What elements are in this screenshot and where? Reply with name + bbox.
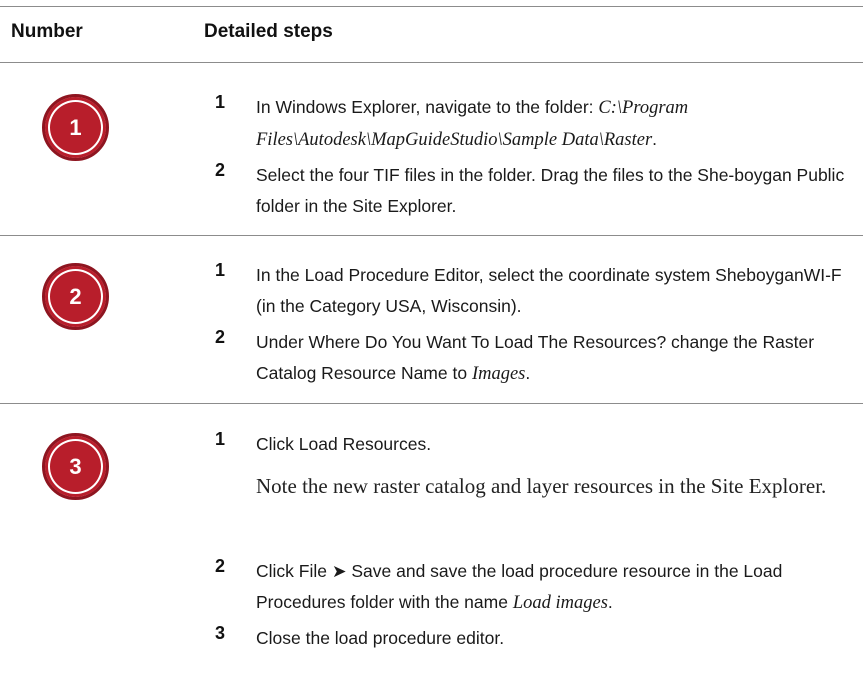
step-number: 2: [215, 160, 226, 180]
step-number-badge-2: 2: [42, 263, 109, 330]
step-text: Click Load Resources.: [256, 434, 432, 454]
step-number: 2: [215, 556, 226, 576]
step-number: 2: [215, 327, 226, 347]
step-text: Select the four TIF files in the folder.…: [256, 165, 845, 216]
row-divider: [0, 235, 863, 236]
step-text: Under Where Do You Want To Load The Reso…: [256, 332, 815, 384]
step-note: Note the new raster catalog and layer re…: [256, 474, 827, 498]
step-text: In Windows Explorer, navigate to the fol…: [256, 97, 689, 150]
resource-name: Images: [471, 364, 526, 384]
procedure-name: Load images: [512, 593, 608, 613]
procedure-table: Number Detailed steps 1 1 In Windows Exp…: [0, 0, 863, 683]
step-number-badge-1: 1: [42, 94, 109, 161]
step-text: Close the load procedure editor.: [256, 628, 505, 648]
step-number: 1: [215, 92, 226, 112]
badge-number: 3: [69, 453, 82, 479]
step-number: 1: [215, 429, 226, 449]
table-top-rule: [0, 6, 863, 7]
badge-number: 1: [69, 114, 82, 140]
header-rule: [0, 62, 863, 63]
step-text: Click File ➤ Save and save the load proc…: [256, 561, 783, 613]
step-number: 3: [215, 623, 226, 643]
header-number: Number: [11, 21, 83, 42]
badge-number: 2: [69, 283, 82, 309]
step-number-badge-3: 3: [42, 433, 109, 500]
step-number: 1: [215, 260, 226, 280]
row-divider: [0, 403, 863, 404]
step-text: In the Load Procedure Editor, select the…: [256, 265, 842, 316]
header-detailed-steps: Detailed steps: [204, 21, 333, 42]
